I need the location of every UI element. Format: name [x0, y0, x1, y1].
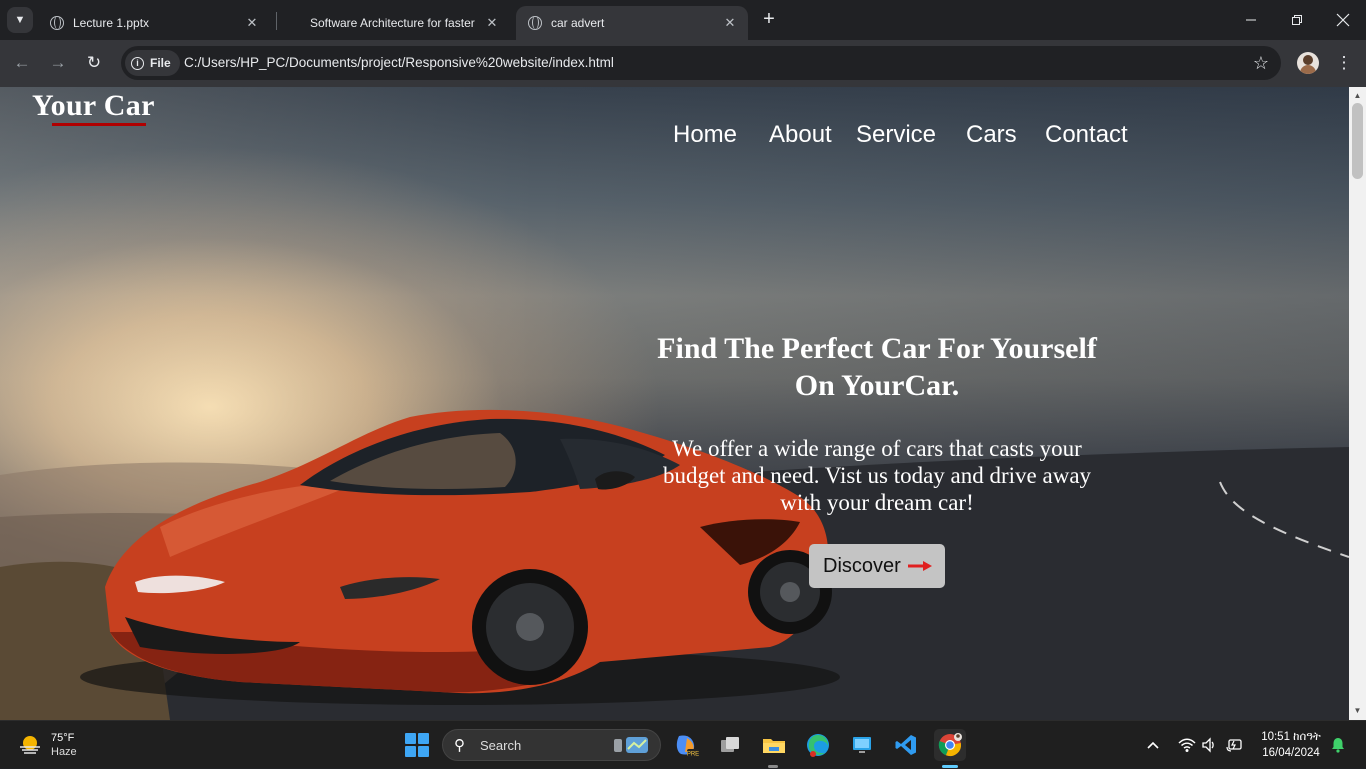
minimize-icon [1246, 19, 1256, 21]
edge-browser-icon[interactable] [802, 729, 834, 761]
back-button[interactable]: ← [10, 51, 34, 75]
main-nav: Home About Service Cars Contact [0, 121, 1349, 151]
reload-button[interactable]: ↻ [82, 51, 106, 75]
nav-link-service[interactable]: Service [856, 121, 936, 149]
chrome-icon[interactable] [934, 729, 966, 761]
discover-button-label: Discover [823, 554, 901, 577]
search-label: Search [480, 738, 522, 753]
weather-widget[interactable]: 75°F Haze [18, 728, 77, 762]
search-highlight-icon [614, 737, 648, 753]
weather-text: 75°F Haze [51, 731, 77, 759]
info-icon: i [131, 56, 144, 70]
nav-link-about[interactable]: About [769, 121, 832, 149]
tab-title: car advert [551, 16, 605, 30]
arrow-right-icon [907, 561, 932, 571]
scheme-label: File [150, 56, 171, 70]
close-tab-icon[interactable]: ✕ [722, 15, 738, 31]
page-viewport: Your Car Home About Service Cars Contact… [0, 87, 1366, 720]
copilot-icon[interactable]: PRE [670, 729, 702, 761]
site-logo[interactable]: Your Car [32, 89, 155, 123]
globe-icon [528, 16, 542, 30]
tab-software-architecture[interactable]: Software Architecture for faster ✕ [298, 6, 510, 40]
minimize-button[interactable] [1228, 0, 1274, 40]
windows-logo-pane [405, 733, 416, 744]
show-hidden-icons-chevron[interactable] [1146, 721, 1160, 769]
windows-logo-pane [418, 746, 429, 757]
windows-logo-pane [418, 733, 429, 744]
windows-logo-pane [405, 746, 416, 757]
svg-text:PRE: PRE [687, 752, 699, 758]
start-button[interactable] [405, 733, 429, 757]
battery-icon[interactable] [1226, 721, 1244, 769]
profile-avatar[interactable] [1297, 52, 1319, 74]
restore-icon [1292, 15, 1302, 25]
discover-button[interactable]: Discover [809, 544, 945, 588]
browser-toolbar: ← → ↻ i File C:/Users/HP_PC/Documents/pr… [0, 40, 1366, 87]
hero-description: We offer a wide range of cars that casts… [662, 436, 1092, 515]
haze-weather-icon [20, 736, 40, 754]
notification-bell-icon[interactable] [1331, 721, 1345, 769]
url-text[interactable]: C:/Users/HP_PC/Documents/project/Respons… [184, 55, 614, 70]
address-bar[interactable]: i File C:/Users/HP_PC/Documents/project/… [121, 46, 1281, 80]
forward-button[interactable]: → [46, 51, 70, 75]
taskbar-search[interactable]: ⚲ Search [442, 729, 661, 761]
clock-date: 16/04/2024 [1262, 747, 1320, 759]
close-tab-icon[interactable]: ✕ [484, 15, 500, 31]
remote-desktop-icon[interactable] [846, 729, 878, 761]
scroll-down-arrow-icon[interactable]: ▼ [1349, 704, 1366, 718]
tab-title: Software Architecture for faster [310, 16, 475, 30]
volume-icon[interactable] [1201, 721, 1217, 769]
close-window-button[interactable] [1320, 0, 1366, 40]
page-scrollbar[interactable]: ▲ ▼ [1349, 87, 1366, 720]
bookmark-star-icon[interactable]: ☆ [1253, 53, 1269, 73]
tab-lecture[interactable]: Lecture 1.pptx ✕ [38, 6, 270, 40]
tab-strip: ▼ Lecture 1.pptx ✕ Software Architecture… [0, 0, 1366, 40]
system-clock[interactable]: 10:51 ከሰዓት 16/04/2024 [1248, 729, 1334, 761]
windows-taskbar: 75°F Haze ⚲ Search PRE 10:51 ከሰዓት 16/04/… [0, 720, 1366, 768]
globe-icon [50, 16, 64, 30]
wifi-icon[interactable] [1178, 721, 1196, 769]
nav-link-cars[interactable]: Cars [966, 121, 1017, 149]
search-icon: ⚲ [454, 737, 465, 754]
new-tab-button[interactable]: + [758, 8, 780, 30]
tab-search-button[interactable]: ▼ [7, 7, 33, 33]
scroll-up-arrow-icon[interactable]: ▲ [1349, 89, 1366, 103]
nav-link-home[interactable]: Home [673, 121, 737, 149]
vscode-icon[interactable] [890, 729, 922, 761]
hero-section: Your Car Home About Service Cars Contact… [0, 87, 1349, 720]
close-tab-icon[interactable]: ✕ [244, 15, 260, 31]
restore-button[interactable] [1274, 0, 1320, 40]
tab-title: Lecture 1.pptx [73, 16, 150, 30]
menu-kebab-icon[interactable]: ⋮ [1334, 52, 1354, 74]
weather-temperature: 75°F [51, 732, 75, 744]
task-view-icon[interactable] [714, 729, 746, 761]
file-explorer-icon[interactable] [758, 729, 790, 761]
clock-time: 10:51 ከሰዓት [1261, 731, 1321, 743]
scrollbar-thumb[interactable] [1352, 103, 1363, 179]
tab-car-advert[interactable]: car advert ✕ [516, 6, 748, 40]
weather-condition: Haze [51, 746, 77, 758]
hero-title: Find The Perfect Car For Yourself On You… [657, 332, 1097, 402]
close-icon [1336, 13, 1350, 27]
nav-link-contact[interactable]: Contact [1045, 121, 1128, 149]
tab-divider [276, 12, 277, 30]
site-info-chip[interactable]: i File [125, 50, 180, 76]
